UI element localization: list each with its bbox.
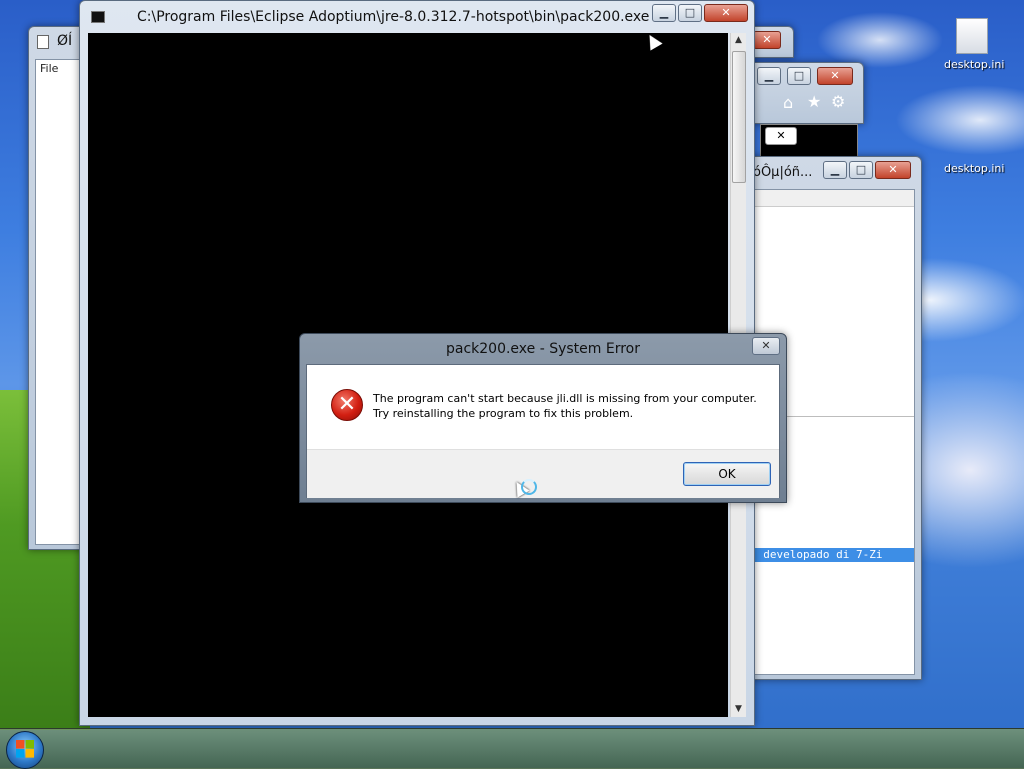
close-button[interactable]: ✕ xyxy=(817,67,853,85)
desktop-icon-label[interactable]: desktop.ini xyxy=(944,58,1004,71)
background-console-fragment: ✕ xyxy=(760,124,858,160)
column-header xyxy=(750,190,914,207)
dialog-body: ✕ The program can't start because jli.dl… xyxy=(306,364,780,498)
taskbar xyxy=(0,728,1024,769)
close-button[interactable]: ✕ xyxy=(765,127,797,145)
close-button[interactable]: ✕ xyxy=(753,31,781,49)
maximize-button[interactable]: □ xyxy=(787,67,811,85)
window-title: ØÍ xyxy=(57,33,73,49)
close-button[interactable]: ✕ xyxy=(704,4,748,22)
dialog-button-bar: OK xyxy=(307,449,779,498)
minimize-button[interactable]: ▁ xyxy=(652,4,676,22)
console-system-icon[interactable] xyxy=(91,11,105,23)
error-icon: ✕ xyxy=(331,389,363,421)
background-browser-window[interactable]: ▁ □ ✕ ⌂ ★ ⚙ xyxy=(742,62,864,124)
system-error-dialog[interactable]: pack200.exe - System Error ✕ ✕ The progr… xyxy=(299,333,787,503)
error-message-line-1: The program can't start because jli.dll … xyxy=(373,392,757,405)
dialog-title: pack200.exe - System Error xyxy=(445,341,640,357)
desktop-icon-label[interactable]: desktop.ini xyxy=(944,162,1004,175)
home-icon[interactable]: ⌂ xyxy=(783,93,793,112)
scroll-up-arrow-icon[interactable]: ▲ xyxy=(731,33,746,48)
window-icon xyxy=(37,35,49,49)
console-window-title: C:\Program Files\Eclipse Adoptium\jre-8.… xyxy=(137,9,650,25)
ok-button[interactable]: OK xyxy=(683,462,771,486)
scroll-down-arrow-icon[interactable]: ▼ xyxy=(731,702,746,717)
windows-start-icon[interactable] xyxy=(6,731,44,769)
menu-file[interactable]: File xyxy=(40,62,58,75)
minimize-button[interactable]: ▁ xyxy=(757,67,781,85)
window-title: óÔµ|óñ... xyxy=(753,165,813,180)
error-message-line-2: Try reinstalling the program to fix this… xyxy=(373,407,634,420)
scrollbar-thumb[interactable] xyxy=(732,51,746,183)
maximize-button[interactable]: □ xyxy=(678,4,702,22)
close-button[interactable]: ✕ xyxy=(875,161,911,179)
error-message: The program can't start because jli.dll … xyxy=(373,391,763,421)
maximize-button[interactable]: □ xyxy=(849,161,873,179)
minimize-button[interactable]: ▁ xyxy=(823,161,847,179)
dialog-close-button[interactable]: ✕ xyxy=(752,337,780,355)
desktop-ini-file-icon[interactable] xyxy=(956,18,988,54)
selected-text-line[interactable]: - developado di 7-Zi xyxy=(750,548,914,562)
star-icon[interactable]: ★ xyxy=(807,92,821,111)
gear-icon[interactable]: ⚙ xyxy=(831,92,845,111)
